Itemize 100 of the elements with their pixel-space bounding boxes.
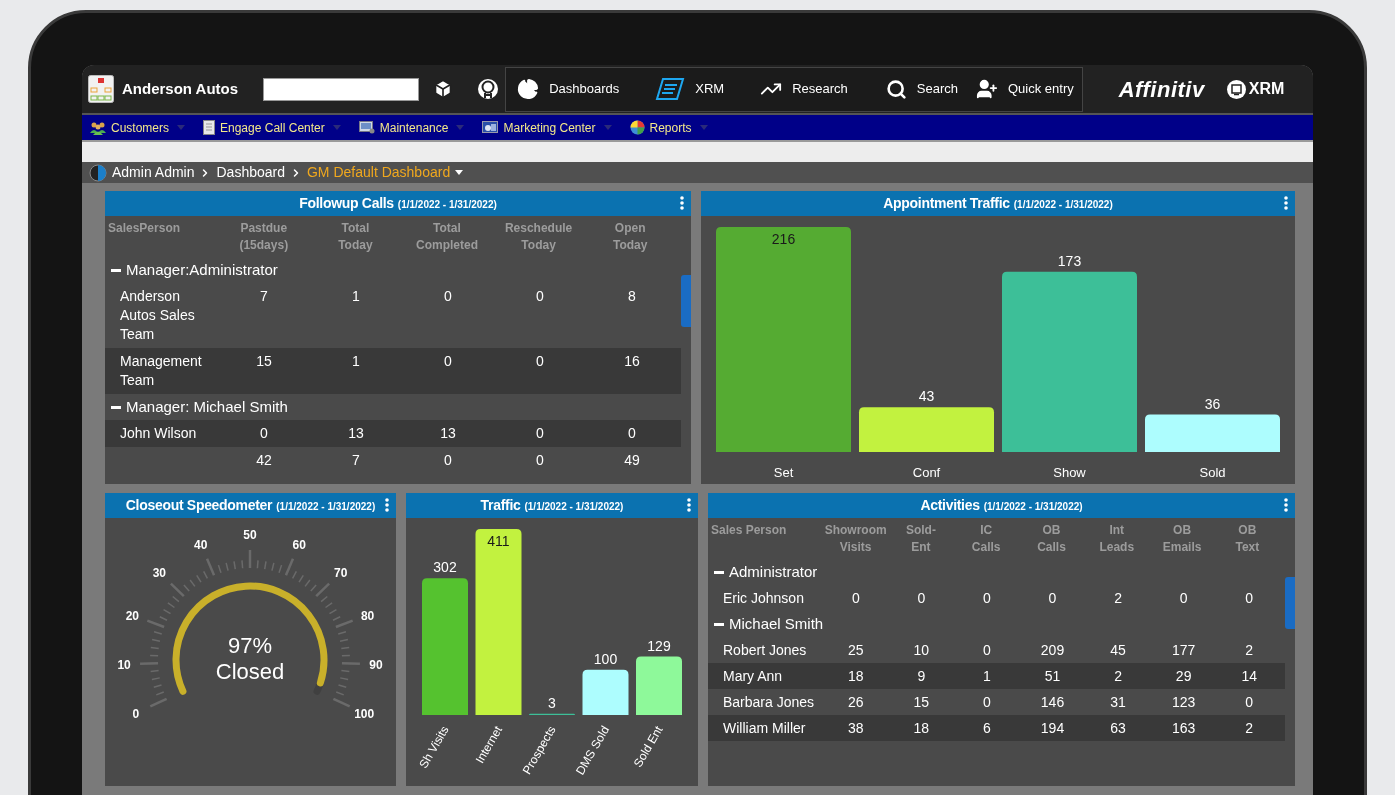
dashboard-selector[interactable]: GM Default Dashboard	[307, 162, 464, 183]
more-options-icon[interactable]	[1284, 196, 1288, 210]
column-header: Showroom Visits	[824, 522, 887, 556]
nav-item[interactable]: XRM	[655, 77, 725, 101]
table-cell-text: 0	[982, 641, 992, 659]
panel-title: Activities	[920, 496, 980, 515]
panel-title: Closeout Speedometer	[125, 496, 273, 515]
data-label: 100	[593, 650, 618, 667]
menu-item[interactable]: Customers	[90, 118, 185, 137]
table-cell-text: Mary Ann	[722, 667, 784, 685]
user-circle-icon[interactable]	[477, 78, 500, 100]
tick-label: 70	[333, 566, 348, 581]
table-cell-text: 14	[1240, 667, 1258, 685]
table-cell-text: William Miller	[722, 719, 807, 737]
nav-item[interactable]: Dashboards	[517, 78, 620, 100]
table-cell-text: 209	[1039, 641, 1066, 659]
table-cell-text: 163	[1170, 719, 1197, 737]
scrollbar-thumb[interactable]	[1285, 577, 1295, 629]
table-cell-text: 15	[255, 352, 273, 371]
panel-title: Followup Calls	[299, 194, 394, 213]
panel-title: Appointment Traffic	[883, 194, 1010, 213]
table-cell-text: 0	[535, 352, 545, 371]
column-header: Open Today	[612, 220, 648, 254]
group-label: Manager: Michael Smith	[126, 396, 288, 417]
collapse-icon	[111, 405, 121, 409]
tick-label: 80	[360, 608, 375, 623]
collapse-icon	[714, 570, 724, 574]
panel-title: Traffic	[480, 496, 521, 515]
table-cell-text: 1	[351, 287, 361, 306]
data-label: 302	[433, 559, 457, 576]
table-cell-text: 15	[912, 693, 931, 711]
tick-label: 0	[132, 707, 140, 722]
breadcrumb-link[interactable]: Admin Admin	[112, 162, 195, 183]
brand-logo: Affinitiv	[1118, 75, 1205, 104]
nav-item[interactable]: Quick entry	[975, 78, 1074, 100]
data-label: 3	[548, 694, 556, 711]
date-range: (1/1/2022 - 1/31/2022)	[1013, 198, 1113, 212]
gauge-caption: Closed	[215, 659, 285, 684]
scrollbar-thumb[interactable]	[681, 275, 691, 327]
menu-item[interactable]: Engage Call Center	[203, 118, 341, 137]
table-cell-text: Barbara Jones	[722, 693, 816, 711]
half-circle-icon	[89, 163, 107, 182]
column-header: Sold-Ent	[905, 522, 936, 556]
table-cell-text: 2	[1113, 589, 1123, 607]
org-chart-icon	[88, 75, 114, 103]
tick-label: 50	[243, 528, 257, 542]
search-icon	[885, 78, 907, 100]
tick-label: 20	[125, 608, 140, 623]
collapse-icon	[111, 268, 121, 272]
search-field[interactable]	[263, 77, 420, 101]
nav-item[interactable]: Search	[885, 78, 958, 100]
more-options-icon[interactable]	[1284, 498, 1288, 512]
table-cell-text: 26	[847, 693, 865, 711]
table-cell-text: 146	[1039, 693, 1066, 711]
table-cell-text: 38	[847, 719, 865, 737]
menu-item[interactable]: Maintenance	[358, 118, 465, 137]
menu-item[interactable]: Reports	[629, 118, 708, 137]
company-name: Anderson Autos	[122, 78, 239, 99]
table-cell-text: 51	[1043, 667, 1062, 685]
axis-label: Show	[1053, 465, 1086, 480]
nav-item[interactable]: Research	[760, 78, 848, 100]
table-cell-text: 0	[982, 589, 992, 607]
tick-label: 90	[369, 658, 383, 673]
user-plus-icon	[975, 78, 998, 100]
group-label: Administrator	[729, 561, 818, 582]
table-cell-text: 2	[1244, 641, 1255, 659]
date-range: (1/1/2022 - 1/31/2022)	[397, 198, 497, 212]
data-label: 36	[1204, 395, 1221, 412]
table-cell-text: 29	[1174, 667, 1193, 685]
table-cell-text: 63	[1109, 719, 1127, 737]
breadcrumb-link[interactable]: Dashboard	[216, 162, 285, 183]
table-cell-text: 8	[627, 287, 637, 306]
more-options-icon[interactable]	[687, 498, 691, 512]
more-options-icon[interactable]	[385, 498, 389, 512]
column-header: IC Calls	[971, 522, 1001, 556]
data-label: 216	[771, 231, 796, 247]
more-options-icon[interactable]	[680, 196, 684, 210]
table-cell-text: 0	[443, 287, 453, 306]
table-cell-text: 1	[351, 352, 361, 371]
table-cell-text: 0	[916, 589, 927, 607]
table-cell-text: 0	[850, 589, 861, 607]
table-cell-text: 0	[535, 451, 545, 470]
table-cell-text: 7	[259, 287, 269, 306]
caret-icon	[699, 125, 708, 130]
column-header: OB Calls	[1037, 522, 1066, 556]
table-cell-text: 0	[627, 424, 637, 443]
table-cell-text: 0	[1047, 589, 1058, 607]
table-cell-text: 123	[1170, 693, 1197, 711]
table-cell-text: 0	[1244, 589, 1255, 607]
table-cell-text: 2	[1244, 719, 1255, 737]
table-cell-text: Anderson Autos Sales Team	[119, 287, 196, 344]
caret-icon	[177, 125, 185, 130]
table-cell-text: 194	[1039, 719, 1066, 737]
date-range: (1/1/2022 - 1/31/2022)	[524, 500, 624, 514]
table-cell-text: 0	[443, 352, 453, 371]
column-header: OB Emails	[1162, 522, 1202, 556]
table-cell-text: 2	[1113, 667, 1123, 685]
menu-item[interactable]: Marketing Center	[482, 118, 612, 137]
column-header: Reschedule Today	[504, 220, 573, 254]
data-label: 173	[1057, 252, 1082, 269]
